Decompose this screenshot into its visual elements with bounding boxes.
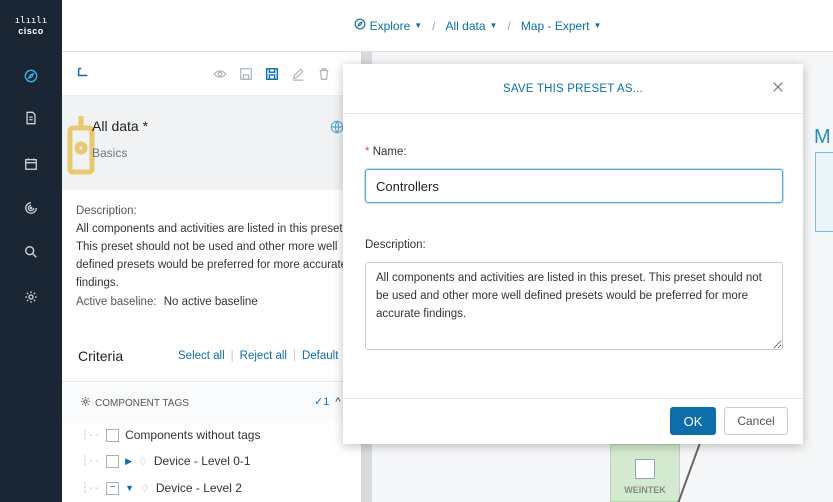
cisco-logo-bars: ılıılı <box>14 15 48 26</box>
cancel-button[interactable]: Cancel <box>724 407 788 435</box>
globe-icon[interactable] <box>330 120 344 134</box>
trash-icon[interactable] <box>316 66 332 82</box>
preset-subtitle: Basics <box>92 146 128 160</box>
chevron-down-icon[interactable]: ▼ <box>490 21 498 30</box>
side-rail: ılıılı cisco <box>0 0 62 502</box>
breadcrumb-map-expert[interactable]: Map - Expert <box>521 19 590 33</box>
tag-icon: ♢ <box>139 482 150 495</box>
search-icon[interactable] <box>0 234 62 270</box>
explore-compass-icon <box>354 18 366 33</box>
tag-icon: ♢ <box>137 455 148 468</box>
component-tags-title: COMPONENT TAGS <box>80 396 189 410</box>
tree-connector: ┆-- <box>82 455 101 467</box>
link-separator: | <box>292 350 296 362</box>
default-link[interactable]: Default <box>302 350 338 362</box>
gear-icon <box>80 396 91 410</box>
breadcrumb-separator: / <box>432 18 436 33</box>
device-icon <box>635 459 655 479</box>
description-text: All components and activities are listed… <box>76 223 348 289</box>
dialog-title: SAVE THIS PRESET AS... <box>503 82 643 95</box>
cisco-logo[interactable]: ılıılı cisco <box>0 0 62 52</box>
explore-nav-icon[interactable] <box>0 58 62 94</box>
ok-button[interactable]: OK <box>670 407 716 435</box>
tags-count-value: ✓1 <box>314 396 330 408</box>
panel-tool-icons <box>212 66 332 82</box>
chevron-down-icon[interactable]: ▼ <box>594 21 602 30</box>
tree-row-label: Device - Level 2 <box>155 481 242 495</box>
required-marker: * <box>365 146 370 158</box>
description-textarea[interactable]: All components and activities are listed… <box>365 262 783 350</box>
criteria-links: Select all | Reject all | Default <box>178 350 338 362</box>
close-icon[interactable] <box>771 80 787 96</box>
tags-selected-count: ✓1 ^ <box>314 395 341 408</box>
gear-icon[interactable] <box>0 279 62 315</box>
reject-all-link[interactable]: Reject all <box>240 350 287 362</box>
collapse-caret-icon[interactable]: ▼ <box>125 483 134 493</box>
expand-caret-icon[interactable]: ▶ <box>125 456 132 467</box>
map-node-label: WEINTEK <box>624 485 666 495</box>
name-label-text: Name: <box>372 146 407 158</box>
name-field-label: * Name: <box>365 146 407 158</box>
baseline-value: No active baseline <box>163 296 258 308</box>
tree-row-label: Components without tags <box>125 428 261 442</box>
document-icon[interactable] <box>0 100 62 136</box>
checkbox[interactable] <box>106 428 120 442</box>
tree-connector: ┆-- <box>82 429 101 441</box>
chevron-up-icon[interactable]: ^ <box>335 396 340 408</box>
map-group-box[interactable] <box>815 152 833 232</box>
checkbox[interactable] <box>106 454 120 468</box>
criteria-bar: Criteria Select all | Reject all | Defau… <box>62 332 362 382</box>
map-node[interactable]: WEINTEK <box>610 444 680 502</box>
tree-connector: ┆-- <box>82 482 101 494</box>
edit-icon[interactable] <box>290 66 306 82</box>
select-all-link[interactable]: Select all <box>178 350 225 362</box>
radar-icon[interactable] <box>0 190 62 226</box>
tree-row-label: Device - Level 0-1 <box>153 454 251 468</box>
chevron-down-icon[interactable]: ▼ <box>414 21 422 30</box>
save-preset-dialog: SAVE THIS PRESET AS... * Name: Descripti… <box>343 64 803 444</box>
map-group-title: M <box>814 126 831 148</box>
tree-row[interactable]: ┆-- Components without tags <box>82 423 260 447</box>
top-bar: Explore ▼ / All data ▼ / Map - Expert ▼ <box>62 0 833 52</box>
link-separator: | <box>230 350 234 362</box>
breadcrumb-separator: / <box>507 18 511 33</box>
description-field-label: Description: <box>365 239 426 251</box>
preset-header: All data * Basics <box>62 96 362 190</box>
breadcrumb-explore[interactable]: Explore <box>370 19 411 33</box>
back-arrow-icon[interactable] <box>76 65 90 82</box>
component-tags-label: COMPONENT TAGS <box>95 397 189 409</box>
dialog-header: SAVE THIS PRESET AS... <box>343 64 803 114</box>
breadcrumb: Explore ▼ / All data ▼ / Map - Expert ▼ <box>354 18 602 33</box>
name-input[interactable] <box>365 169 783 203</box>
tree-row[interactable]: ┆-- − ▼ ♢ Device - Level 2 <box>82 476 242 500</box>
preset-description: Description: All components and activiti… <box>76 202 350 292</box>
preset-title: All data * <box>92 118 149 134</box>
baseline-label: Active baseline: <box>76 296 157 308</box>
criteria-title: Criteria <box>78 348 124 364</box>
panel-toolbar <box>62 52 361 96</box>
save-as-icon[interactable] <box>264 66 280 82</box>
preset-panel: All data * Basics Description: All compo… <box>62 52 362 502</box>
save-icon[interactable] <box>238 66 254 82</box>
checkbox-partial[interactable]: − <box>106 481 120 495</box>
description-label: Description: <box>76 205 137 217</box>
cisco-logo-text: cisco <box>18 25 44 36</box>
breadcrumb-all-data[interactable]: All data <box>446 19 486 33</box>
component-tags-header[interactable]: COMPONENT TAGS ✓1 ^ <box>62 383 362 421</box>
active-baseline: Active baseline: No active baseline <box>76 296 258 308</box>
calendar-icon[interactable] <box>0 146 62 182</box>
tree-row[interactable]: ┆-- ▶ ♢ Device - Level 0-1 <box>82 449 251 473</box>
eye-icon[interactable] <box>212 66 228 82</box>
dialog-footer: OK Cancel <box>343 398 803 444</box>
